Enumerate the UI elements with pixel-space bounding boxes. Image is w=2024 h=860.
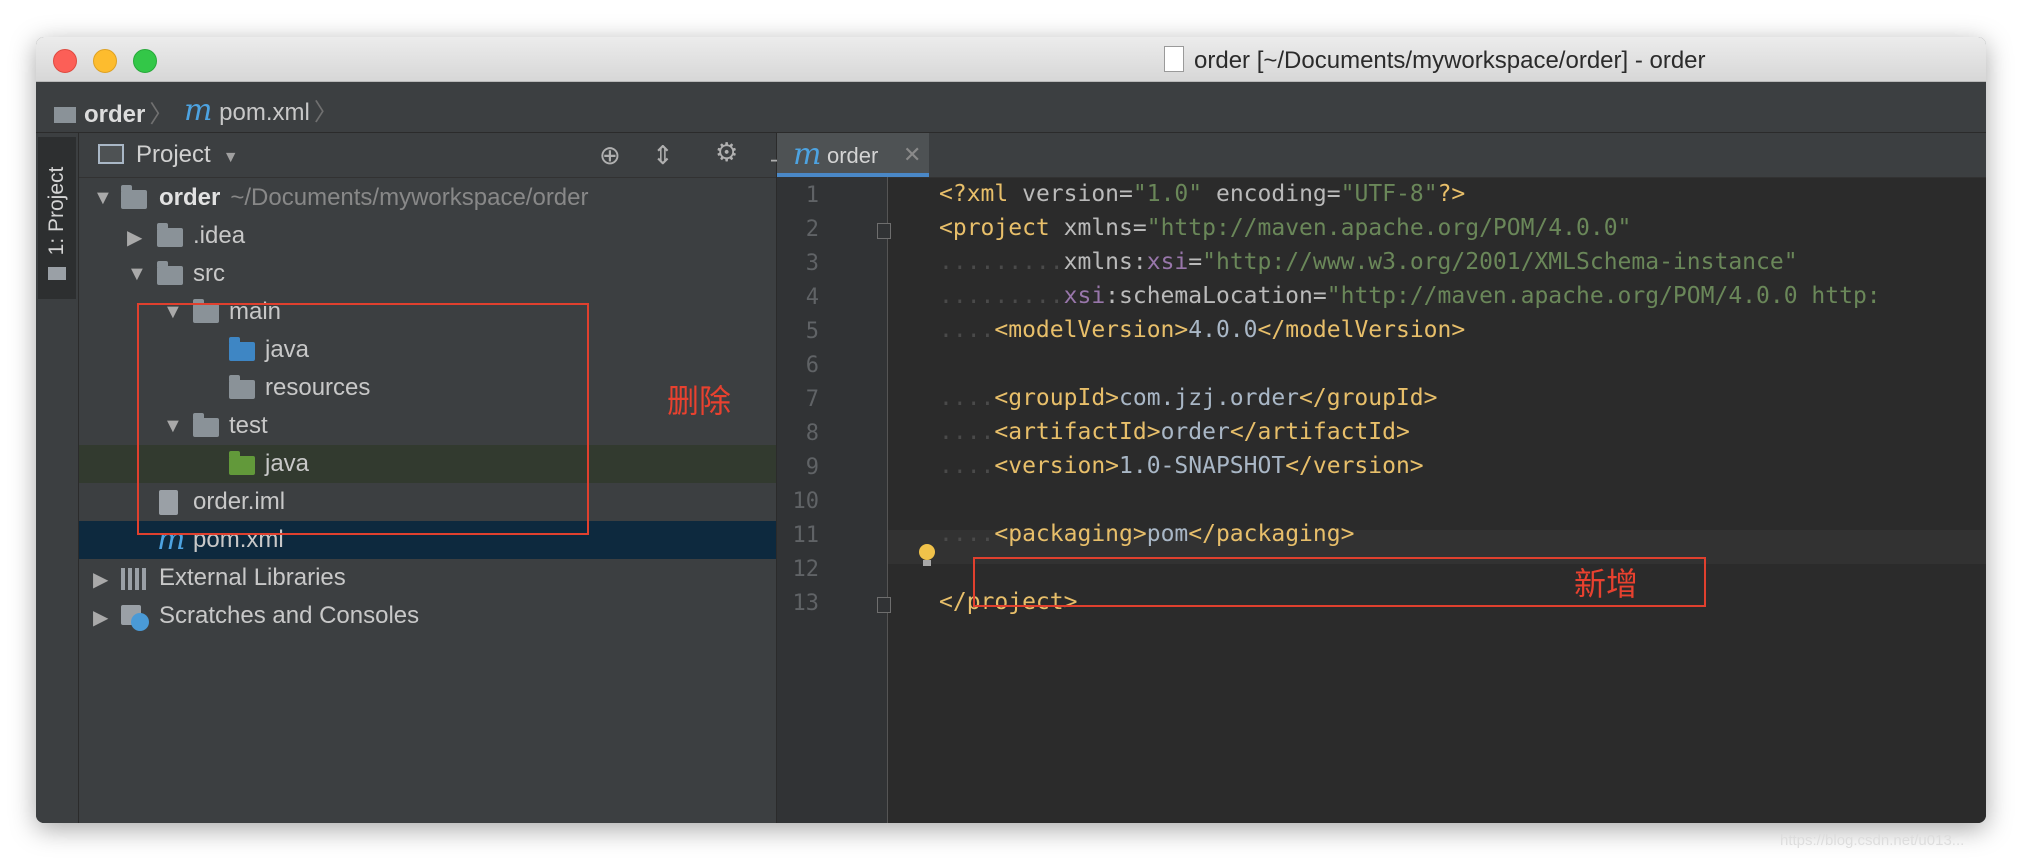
line-number: 2 [805,217,819,242]
scratches-icon [121,605,151,631]
add-annotation: 新增 [1574,565,1639,603]
module-folder-icon [54,107,76,123]
code-line-4[interactable]: .........xsi:schemaLocation="http://mave… [939,279,1881,313]
collapsed-arrow-icon[interactable]: ▶ [93,605,108,630]
code-line-8[interactable]: ....<artifactId>order</artifactId> [939,415,1410,449]
tree-item-src[interactable]: ▼ src [79,255,776,293]
fold-marker-icon[interactable] [877,597,891,613]
line-number: 4 [805,285,819,310]
lightbulb-icon[interactable] [917,544,937,568]
library-icon [121,568,149,590]
code-line-5[interactable]: ....<modelVersion>4.0.0</modelVersion> [939,313,1465,347]
breadcrumb-file[interactable]: m pom.xml 〉 [184,92,338,127]
maven-icon: m [184,93,213,128]
delete-annotation: 删除 [667,382,732,420]
tree-item-label: External Libraries [159,564,346,591]
close-window-button[interactable] [53,49,77,73]
collapsed-arrow-icon[interactable]: ▶ [127,225,142,250]
zoom-window-button[interactable] [133,49,157,73]
title-bar: order [~/Documents/myworkspace/order] - … [36,37,1986,82]
folder-icon [157,261,183,285]
tree-item-order[interactable]: ▼ order ~/Documents/myworkspace/order [79,179,776,217]
close-icon[interactable]: ✕ [903,142,921,168]
project-tool-tab[interactable]: 1: Project [38,137,76,299]
line-number: 11 [792,523,820,548]
line-number: 5 [805,319,819,344]
line-number: 6 [805,353,819,378]
breadcrumb-separator: 〉 [313,99,338,126]
line-number: 7 [805,387,819,412]
tree-item-idea[interactable]: ▶ .idea [79,217,776,255]
window-title: order [~/Documents/myworkspace/order] - … [1164,46,1706,75]
tree-item-label: src [193,260,225,287]
project-panel-header: Project ▼ ⊕ ⇕ ⚙ [79,133,776,178]
line-number: 1 [805,183,819,208]
fold-marker-icon[interactable] [877,223,891,239]
tree-item-label: order ~/Documents/myworkspace/order [159,184,589,211]
expanded-arrow-icon[interactable]: ▼ [127,263,147,286]
panel-icon [98,144,124,164]
project-panel: Project▼ ⊕ ⇕ ⚙ — ▼ order~/Documents/mywo… [79,133,797,823]
line-number: 9 [805,455,819,480]
code-line-1[interactable]: <?xml version="1.0" encoding="UTF-8"?> [939,177,1465,211]
ide-window: order [~/Documents/myworkspace/order] - … [36,37,1986,823]
collapsed-arrow-icon[interactable]: ▶ [93,567,108,592]
project-view-selector[interactable]: Project ▼ [98,141,239,169]
delete-highlight-box [137,303,589,535]
gear-icon[interactable]: ⚙ [715,137,738,168]
project-tool-tab-label: 1: Project [45,166,68,256]
document-icon [1164,46,1184,72]
tool-window-strip: 1: Project [36,133,79,823]
code-line-11[interactable]: ....<packaging>pom</packaging> [939,517,1354,551]
line-number: 13 [792,591,820,616]
folder-icon [157,223,183,247]
editor-area: m order ✕ 1 2 3 4 5 6 7 8 9 10 11 12 13 … [777,133,1986,823]
minimize-window-button[interactable] [93,49,117,73]
module-folder-icon [121,185,147,209]
line-number: 10 [792,489,820,514]
project-panel-title: Project [136,141,211,168]
breadcrumb-file-label: pom.xml [219,99,310,126]
code-line-3[interactable]: .........xmlns:xsi="http://www.w3.org/20… [939,245,1798,279]
tree-item-path: ~/Documents/myworkspace/order [230,184,589,211]
watermark: https://blog.csdn.net/u013... [1780,832,1965,849]
tree-item-external-libraries[interactable]: ▶ External Libraries [79,559,776,597]
breadcrumb-separator: 〉 [149,101,174,128]
window-title-text: order [~/Documents/myworkspace/order] - … [1194,47,1706,74]
code-line-2[interactable]: <project xmlns="http://maven.apache.org/… [939,211,1631,245]
line-number: 12 [792,557,820,582]
breadcrumb-project-label: order [84,101,146,128]
line-number: 8 [805,421,819,446]
editor-tab-bar: m order ✕ [777,133,1986,178]
code-line-7[interactable]: ....<groupId>com.jzj.order</groupId> [939,381,1438,415]
breadcrumb-project[interactable]: order 〉 [54,94,173,129]
locate-icon[interactable]: ⊕ [599,140,621,171]
tree-item-scratches[interactable]: ▶ Scratches and Consoles [79,597,776,635]
tree-item-label: .idea [193,222,246,249]
editor-tab-label: order [827,143,879,168]
editor-tab-order[interactable]: m order ✕ [777,133,929,177]
maven-icon: m [793,137,822,172]
tree-item-label: Scratches and Consoles [159,602,420,629]
code-line-9[interactable]: ....<version>1.0-SNAPSHOT</version> [939,449,1424,483]
collapse-all-icon[interactable]: ⇕ [652,140,674,171]
expanded-arrow-icon[interactable]: ▼ [93,187,113,210]
folder-icon [48,267,66,280]
line-number: 3 [805,251,819,276]
navigation-bar: order 〉 m pom.xml 〉 [36,82,1986,133]
chevron-down-icon: ▼ [222,149,239,166]
line-number-gutter: 1 2 3 4 5 6 7 8 9 10 11 12 13 [777,177,891,823]
